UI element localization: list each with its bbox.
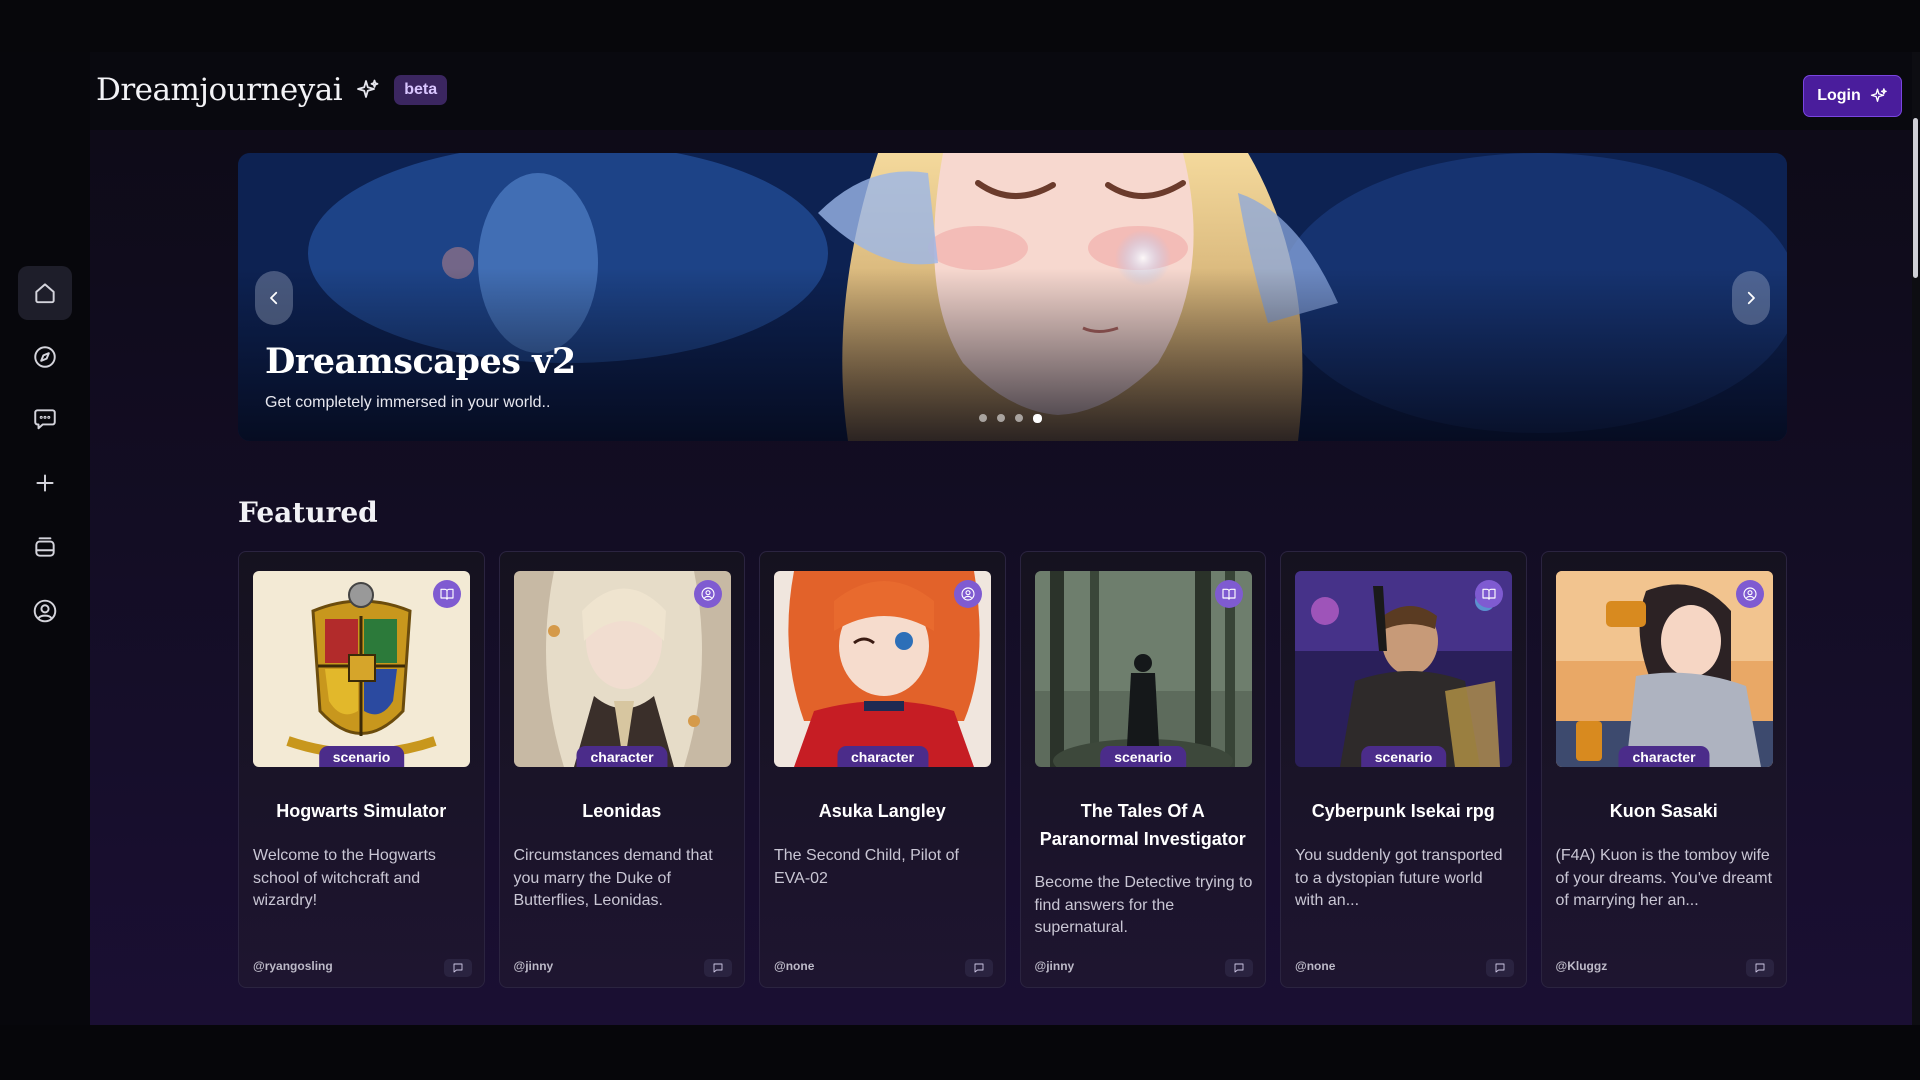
- carousel-dot[interactable]: [979, 414, 987, 422]
- chat-icon: [964, 959, 993, 977]
- card-thumbnail: scenario: [1034, 571, 1252, 767]
- header: Dreamjourneyai beta: [96, 68, 448, 112]
- sidebar-item-create[interactable]: [18, 456, 72, 510]
- hero-prev-button[interactable]: [255, 271, 293, 325]
- featured-card[interactable]: character Leonidas Circumstances demand …: [498, 551, 745, 988]
- type-badge: scenario: [1100, 746, 1186, 767]
- card-author[interactable]: @jinny: [1035, 959, 1075, 973]
- chat-icon: [1746, 959, 1774, 977]
- card-thumbnail: character: [513, 571, 731, 767]
- hero-next-button[interactable]: [1732, 271, 1770, 325]
- featured-card[interactable]: scenario Cyberpunk Isekai rpg You sudden…: [1280, 551, 1527, 988]
- card-description: The Second Child, Pilot of EVA-02: [774, 847, 959, 887]
- card-author[interactable]: @Kluggz: [1556, 959, 1608, 973]
- sidebar-item-home[interactable]: [18, 266, 72, 320]
- sidebar-item-chats[interactable]: [18, 392, 72, 446]
- top-black-strip: [0, 0, 1920, 52]
- carousel-dots: [979, 414, 1042, 423]
- card-description: Circumstances demand that you marry the …: [513, 847, 713, 909]
- featured-card[interactable]: character Kuon Sasaki (F4A) Kuon is the …: [1540, 551, 1787, 988]
- card-title: The Tales Of A Paranormal Investigator: [1039, 801, 1246, 849]
- featured-card-list: scenario Hogwarts Simulator Welcome to t…: [238, 551, 1787, 988]
- login-button[interactable]: Login: [1803, 75, 1902, 117]
- scrollbar-thumb[interactable]: [1913, 118, 1918, 278]
- card-description: Become the Detective trying to find answ…: [1034, 874, 1253, 936]
- card-title: Hogwarts Simulator: [276, 801, 447, 821]
- type-badge: scenario: [1360, 746, 1447, 767]
- card-title: Asuka Langley: [818, 801, 946, 821]
- book-icon: [1214, 580, 1243, 608]
- chat-icon: [443, 959, 472, 977]
- carousel-dot[interactable]: [1033, 414, 1042, 423]
- type-badge: character: [576, 746, 668, 767]
- card-thumbnail: character: [774, 571, 991, 767]
- brand-name[interactable]: Dreamjourneyai: [96, 72, 343, 108]
- book-icon: [1475, 580, 1503, 608]
- chat-icon: [704, 959, 732, 977]
- type-badge: character: [1618, 746, 1710, 767]
- bottom-black-strip: [0, 1025, 1920, 1080]
- library-icon: [35, 537, 55, 557]
- person-icon: [954, 580, 982, 608]
- featured-card[interactable]: scenario Hogwarts Simulator Welcome to t…: [238, 551, 485, 988]
- card-author[interactable]: @jinny: [514, 959, 554, 973]
- sparkle-icon: [357, 79, 379, 98]
- card-thumbnail: character: [1555, 571, 1773, 767]
- type-badge: character: [836, 746, 929, 767]
- card-description: You suddenly got transported to a dystop…: [1295, 847, 1503, 909]
- card-title: Leonidas: [582, 801, 662, 821]
- featured-card[interactable]: character Asuka Langley The Second Child…: [759, 551, 1006, 988]
- card-description: (F4A) Kuon is the tomboy wife of your dr…: [1555, 847, 1773, 909]
- chat-icon: [34, 409, 56, 430]
- card-title: Kuon Sasaki: [1609, 801, 1718, 821]
- hero-title: Dreamscapes v2: [265, 341, 576, 382]
- featured-heading: Featured: [238, 496, 378, 529]
- sidebar-item-explore[interactable]: [18, 330, 72, 384]
- person-icon: [693, 580, 722, 608]
- profile-icon: [33, 599, 57, 623]
- card-title: Cyberpunk Isekai rpg: [1311, 801, 1495, 821]
- type-badge: scenario: [318, 746, 405, 767]
- hero-carousel[interactable]: Dreamscapes v2 Get completely immersed i…: [238, 153, 1787, 441]
- plus-icon: [36, 474, 54, 492]
- person-icon: [1735, 580, 1764, 608]
- sidebar-item-library[interactable]: [18, 520, 72, 574]
- sparkle-icon: [1870, 88, 1887, 102]
- card-thumbnail: scenario: [253, 571, 470, 767]
- featured-card[interactable]: scenario The Tales Of A Paranormal Inves…: [1019, 551, 1266, 988]
- carousel-dot[interactable]: [997, 414, 1005, 422]
- carousel-dot[interactable]: [1015, 414, 1023, 422]
- sidebar: [0, 52, 90, 1025]
- home-icon: [35, 283, 55, 304]
- compass-icon: [34, 346, 56, 368]
- chevron-right-icon: [1747, 291, 1755, 305]
- chevron-left-icon: [270, 291, 278, 305]
- beta-badge: beta: [394, 75, 448, 105]
- chat-icon: [1225, 959, 1253, 977]
- card-author[interactable]: @none: [774, 959, 814, 973]
- card-author[interactable]: @none: [1295, 959, 1335, 973]
- sidebar-item-profile[interactable]: [18, 584, 72, 638]
- hero-subtitle: Get completely immersed in your world..: [265, 394, 551, 411]
- chat-icon: [1485, 959, 1514, 977]
- card-author[interactable]: @ryangosling: [253, 959, 333, 973]
- card-description: Welcome to the Hogwarts school of witchc…: [253, 847, 436, 909]
- login-label: Login: [1817, 87, 1861, 104]
- card-thumbnail: scenario: [1295, 571, 1512, 767]
- book-icon: [433, 580, 461, 608]
